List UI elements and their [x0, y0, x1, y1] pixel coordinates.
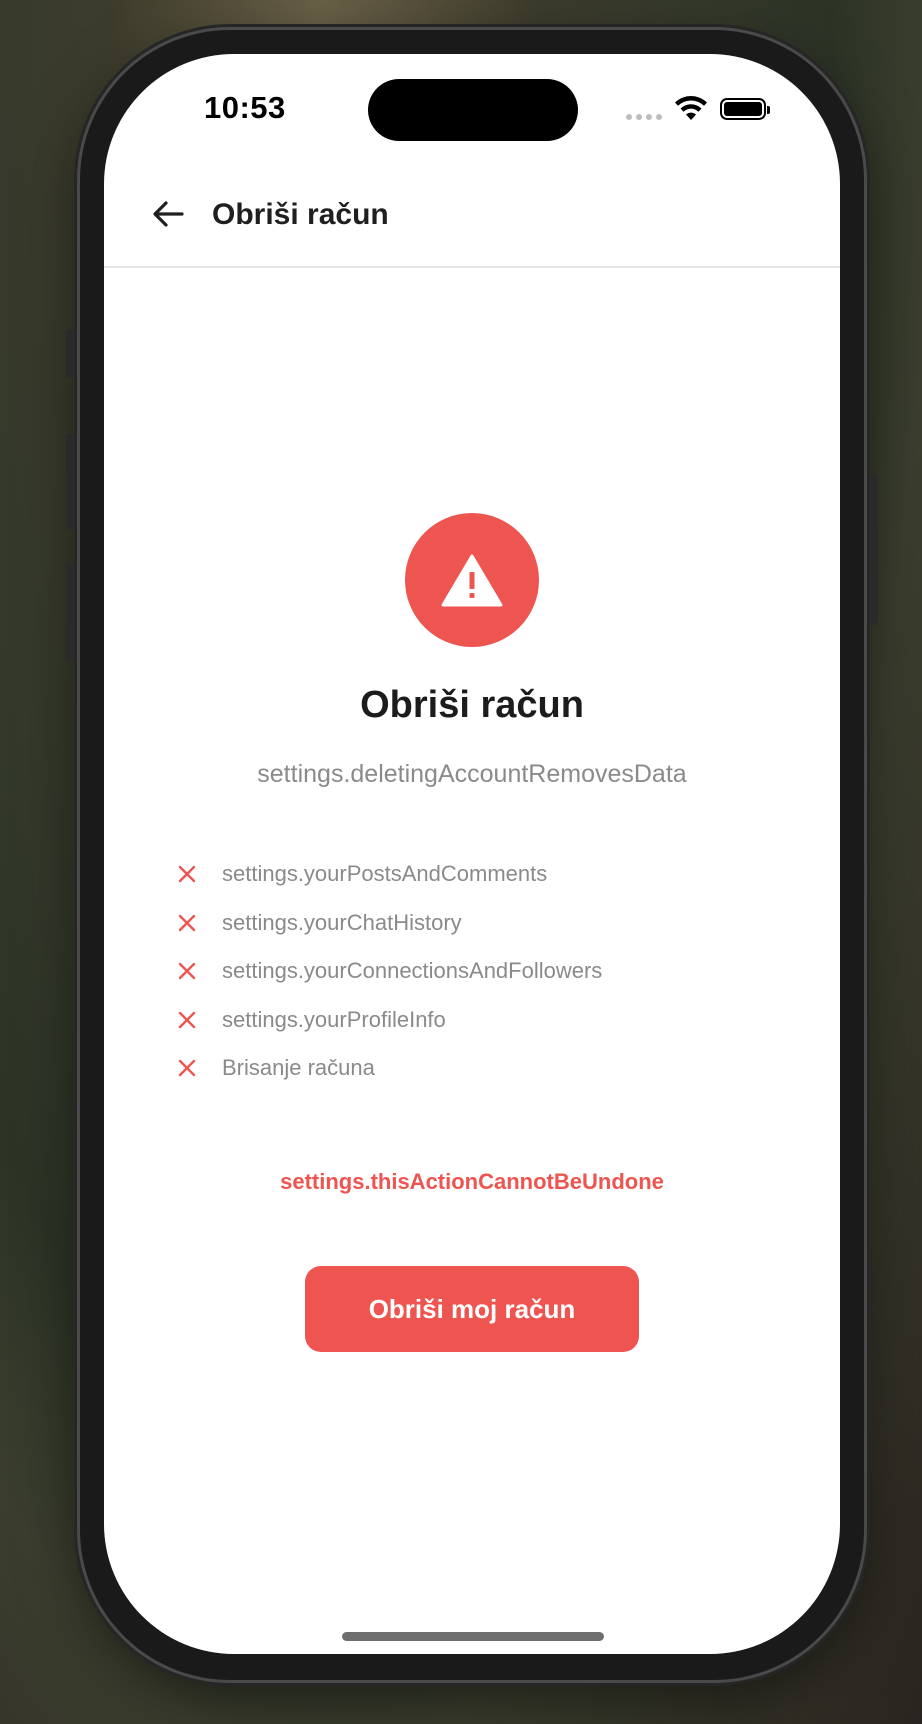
list-item: Brisanje računa [174, 1044, 602, 1093]
list-item: settings.yourChatHistory [174, 899, 602, 948]
dynamic-island [368, 79, 578, 141]
close-icon [174, 1007, 200, 1033]
status-bar: 10:53 [104, 54, 840, 164]
warning-triangle-icon [441, 554, 503, 607]
power-button [870, 475, 878, 625]
list-item: settings.yourConnectionsAndFollowers [174, 947, 602, 996]
list-item: settings.yourPostsAndComments [174, 850, 602, 899]
screen: 10:53 Obriši račun Obriši račun settings… [104, 54, 840, 1654]
list-item-label: settings.yourChatHistory [222, 909, 462, 935]
battery-icon [720, 98, 770, 120]
app-bar-title: Obriši račun [212, 198, 389, 231]
cellular-signal-icon [626, 114, 662, 120]
status-time: 10:53 [204, 90, 286, 125]
list-item-label: settings.yourConnectionsAndFollowers [222, 958, 603, 984]
list-item-label: Brisanje računa [222, 1055, 375, 1081]
home-indicator[interactable] [342, 1632, 604, 1641]
list-item: settings.yourProfileInfo [174, 996, 602, 1045]
irreversible-warning: settings.thisActionCannotBeUndone [280, 1169, 664, 1194]
page-heading: Obriši račun [360, 684, 584, 726]
warning-badge [405, 513, 539, 647]
wifi-icon [674, 96, 708, 127]
list-item-label: settings.yourPostsAndComments [222, 861, 548, 887]
close-icon [174, 861, 200, 887]
list-item-label: settings.yourProfileInfo [222, 1006, 446, 1032]
back-button[interactable] [140, 186, 196, 242]
data-removal-list: settings.yourPostsAndComments settings.y… [174, 850, 602, 1093]
volume-up-button [66, 434, 74, 530]
delete-account-button[interactable]: Obriši moj račun [305, 1266, 639, 1352]
action-button [66, 330, 74, 378]
close-icon [174, 910, 200, 936]
volume-down-button [66, 564, 74, 660]
arrow-left-icon [153, 201, 184, 227]
close-icon [174, 1055, 200, 1081]
close-icon [174, 958, 200, 984]
page-subtitle: settings.deletingAccountRemovesData [257, 760, 687, 788]
app-bar: Obriši račun [104, 164, 840, 268]
